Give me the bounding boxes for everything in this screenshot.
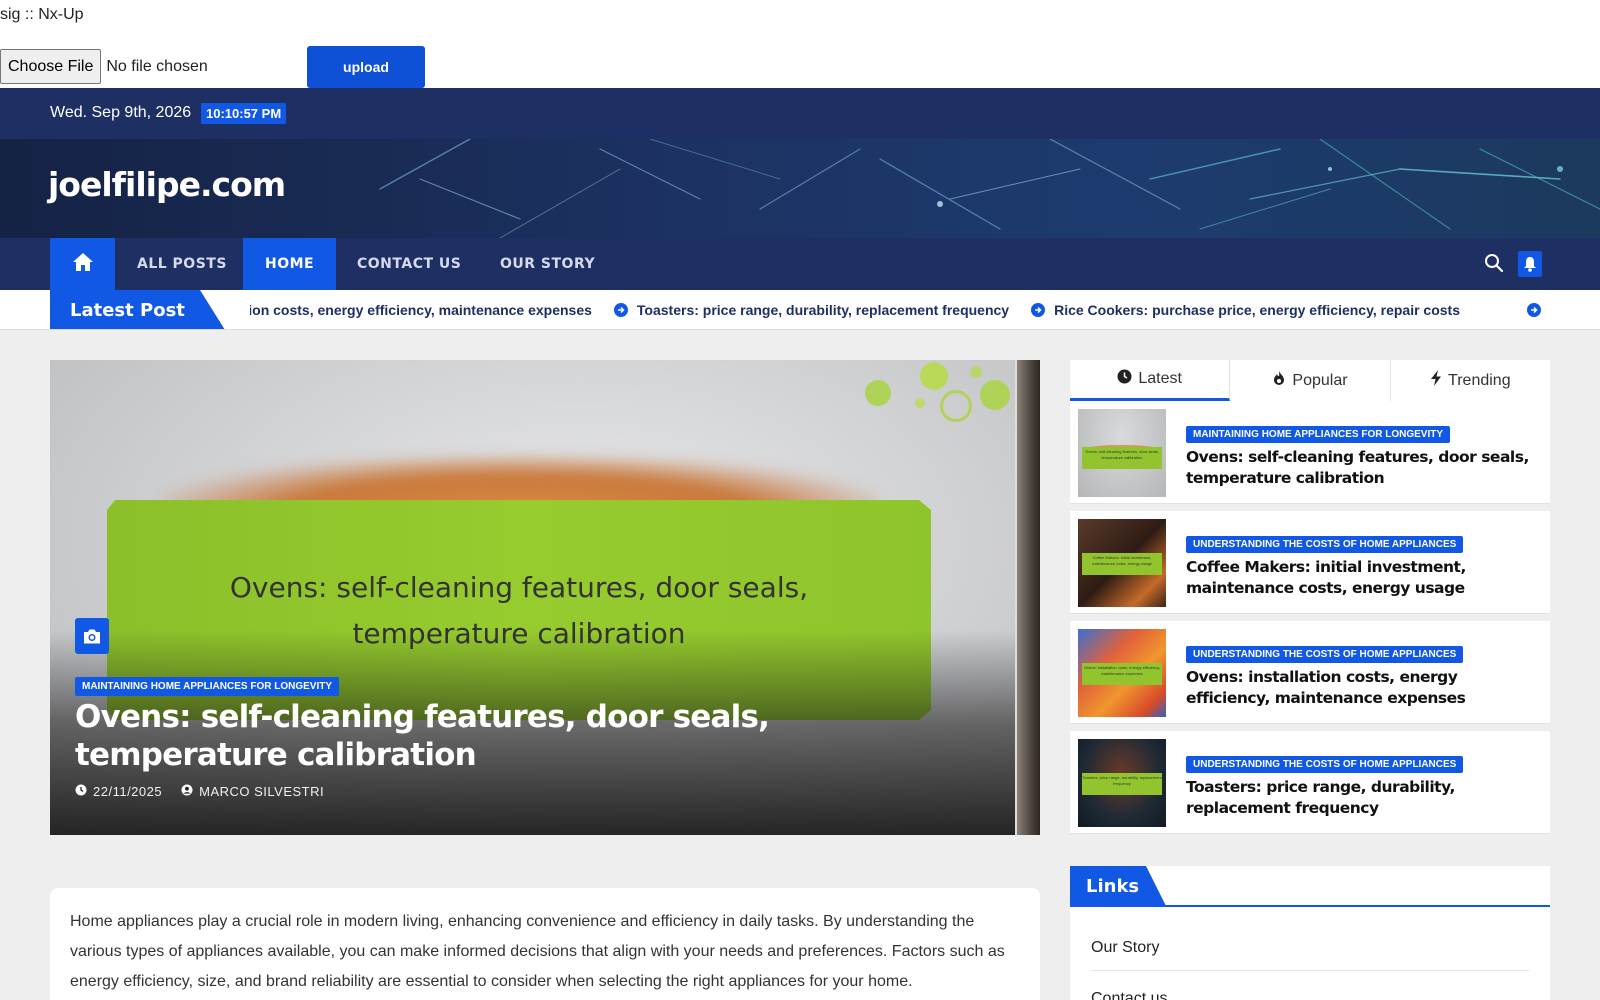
home-icon <box>72 252 94 277</box>
tab-latest[interactable]: Latest <box>1070 360 1231 401</box>
links-widget: Links Our Story Contact us <box>1070 866 1550 1000</box>
ticker-item[interactable]: Toasters: price range, durability, repla… <box>613 302 1009 318</box>
fire-icon <box>1272 370 1292 391</box>
date-bar: Wed. Sep 9th, 2026 10:10:57 PM <box>0 88 1600 139</box>
current-time-badge: 10:10:57 PM <box>201 103 287 124</box>
tab-label: Latest <box>1138 370 1182 387</box>
article-paragraph: Home appliances play a crucial role in m… <box>70 913 1005 990</box>
post-category-badge[interactable]: UNDERSTANDING THE COSTS OF HOME APPLIANC… <box>1186 646 1464 663</box>
bell-icon[interactable] <box>1518 251 1542 277</box>
ticker-item-text[interactable]: Toasters: price range, durability, repla… <box>637 302 1009 318</box>
arrow-circle-icon <box>1527 303 1541 317</box>
site-title[interactable]: joelfilipe.com <box>48 165 286 204</box>
search-icon[interactable] <box>1483 252 1505 274</box>
hero-category-badge[interactable]: MAINTAINING HOME APPLIANCES FOR LONGEVIT… <box>75 677 340 696</box>
ticker-item-text[interactable]: Rice Cookers: purchase price, energy eff… <box>1054 302 1460 318</box>
ticker-track: Ovens: installation costs, energy effici… <box>250 290 1550 329</box>
arrow-circle-icon <box>613 303 628 317</box>
file-status-text: No file chosen <box>106 57 208 75</box>
nav-home-button[interactable] <box>50 238 115 290</box>
tab-trending[interactable]: Trending <box>1391 360 1550 401</box>
tab-label: Popular <box>1292 371 1348 389</box>
post-title[interactable]: Coffee Makers: initial investment, maint… <box>1186 557 1538 599</box>
post-category-badge[interactable]: UNDERSTANDING THE COSTS OF HOME APPLIANC… <box>1186 756 1464 773</box>
link-contact-us[interactable]: Contact us <box>1091 990 1167 1000</box>
nav-item-contact-us[interactable]: CONTACT US <box>335 238 483 290</box>
tab-popular[interactable]: Popular <box>1230 360 1391 401</box>
links-title: Links <box>1070 866 1166 906</box>
sig-label: sig :: Nx-Up <box>0 6 84 23</box>
user-icon <box>181 784 199 799</box>
tab-label: Trending <box>1448 371 1511 389</box>
upload-button[interactable]: upload <box>307 46 425 88</box>
post-title[interactable]: Ovens: self-cleaning features, door seal… <box>1186 447 1538 489</box>
clock-icon <box>1117 369 1138 389</box>
choose-file-button[interactable]: Choose File <box>0 49 102 84</box>
hero-title[interactable]: Ovens: self-cleaning features, door seal… <box>75 698 955 774</box>
hero-meta: 22/11/2025 MARCO SILVESTRI <box>75 784 343 799</box>
sidebar-post[interactable]: Ovens: self-cleaning features, door seal… <box>1070 401 1550 504</box>
post-thumbnail[interactable]: Ovens: installation costs, energy effici… <box>1078 629 1166 717</box>
clock-icon <box>75 784 93 799</box>
ticker-item-text[interactable]: Ovens: installation costs, energy effici… <box>250 302 592 318</box>
post-thumbnail[interactable]: Toasters: price range, durability, repla… <box>1078 739 1166 827</box>
sidebar-post[interactable]: Ovens: installation costs, energy effici… <box>1070 621 1550 724</box>
latest-post-ticker: Latest Post Ovens: installation costs, e… <box>0 290 1600 330</box>
nav-item-home[interactable]: HOME <box>243 238 337 290</box>
post-thumbnail[interactable]: Coffee Makers: initial investment, maint… <box>1078 519 1166 607</box>
upload-strip: sig :: Nx-Up Choose File No file chosen … <box>0 0 1600 88</box>
file-input[interactable]: Choose File No file chosen <box>0 49 208 84</box>
post-title[interactable]: Toasters: price range, durability, repla… <box>1186 777 1538 819</box>
ticker-label: Latest Post <box>50 290 225 329</box>
hero-author[interactable]: MARCO SILVESTRI <box>199 784 324 799</box>
divider <box>1091 970 1529 971</box>
hero-date[interactable]: 22/11/2025 <box>93 784 162 799</box>
thumb-caption: Ovens: installation costs, energy effici… <box>1083 665 1161 676</box>
links-header: Links <box>1070 866 1550 907</box>
link-our-story[interactable]: Our Story <box>1091 939 1159 957</box>
nav-item-all-posts[interactable]: ALL POSTS <box>115 238 249 290</box>
post-tabs: Latest Popular Trending <box>1070 360 1550 401</box>
article-body: Home appliances play a crucial role in m… <box>50 888 1040 1000</box>
nav-item-our-story[interactable]: OUR STORY <box>478 238 617 290</box>
main-nav: ALL POSTS HOME CONTACT US OUR STORY <box>0 238 1600 290</box>
post-thumbnail[interactable]: Ovens: self-cleaning features, door seal… <box>1078 409 1166 497</box>
post-category-badge[interactable]: UNDERSTANDING THE COSTS OF HOME APPLIANC… <box>1186 536 1464 553</box>
slider-next-peek <box>1015 360 1040 835</box>
thumb-caption: Ovens: self-cleaning features, door seal… <box>1085 449 1159 460</box>
current-date: Wed. Sep 9th, 2026 <box>50 104 192 121</box>
arrow-circle-icon <box>1031 303 1046 317</box>
sidebar-post[interactable]: Coffee Makers: initial investment, maint… <box>1070 511 1550 614</box>
ticker-item[interactable]: Ovens: installation costs, energy effici… <box>250 302 592 318</box>
bolt-icon <box>1430 370 1448 391</box>
camera-icon <box>75 618 109 654</box>
sidebar-post[interactable]: Toasters: price range, durability, repla… <box>1070 731 1550 834</box>
sign-text-line: Ovens: self-cleaning features, door seal… <box>229 571 809 604</box>
post-title[interactable]: Ovens: installation costs, energy effici… <box>1186 667 1538 709</box>
featured-post[interactable]: Ovens: self-cleaning features, door seal… <box>50 360 1040 835</box>
ticker-item[interactable]: Rice Cookers: purchase price, energy eff… <box>1031 302 1460 318</box>
post-category-badge[interactable]: MAINTAINING HOME APPLIANCES FOR LONGEVIT… <box>1186 426 1451 443</box>
thumb-caption: Coffee Makers: initial investment, maint… <box>1092 555 1152 566</box>
thumb-caption: Toasters: price range, durability, repla… <box>1082 775 1162 786</box>
header-banner: joelfilipe.com <box>0 139 1600 238</box>
